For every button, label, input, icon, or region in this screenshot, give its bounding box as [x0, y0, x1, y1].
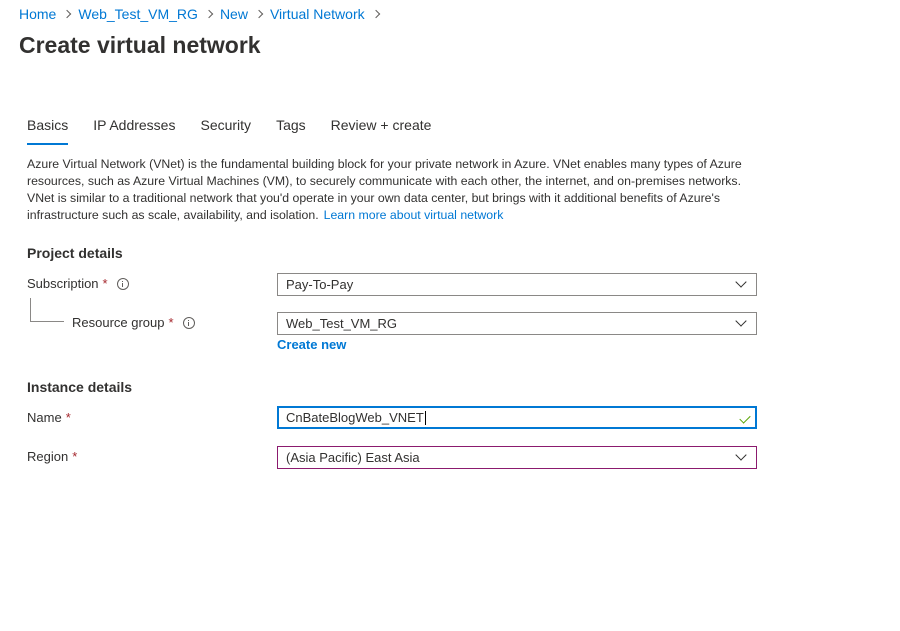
breadcrumb-resource-group[interactable]: Web_Test_VM_RG: [78, 6, 198, 22]
chevron-down-icon: [735, 449, 747, 461]
subscription-value: Pay-To-Pay: [286, 277, 354, 292]
instance-details-heading: Instance details: [27, 379, 133, 395]
name-label-text: Name: [27, 410, 62, 425]
info-icon[interactable]: [116, 277, 129, 290]
tab-tags[interactable]: Tags: [276, 117, 306, 145]
name-label: Name *: [27, 410, 71, 425]
chevron-down-icon: [735, 315, 747, 327]
required-marker: *: [65, 410, 71, 425]
resource-group-label: Resource group *: [72, 315, 195, 330]
region-label: Region *: [27, 449, 77, 464]
text-cursor: [424, 410, 426, 425]
region-dropdown[interactable]: (Asia Pacific) East Asia: [277, 446, 757, 469]
tab-security[interactable]: Security: [200, 117, 251, 145]
breadcrumb-virtual-network[interactable]: Virtual Network: [270, 6, 365, 22]
tree-connector: [30, 298, 64, 322]
project-details-heading: Project details: [27, 245, 123, 261]
name-input[interactable]: CnBateBlogWeb_VNET: [277, 406, 757, 429]
required-marker: *: [168, 315, 174, 330]
resource-group-dropdown[interactable]: Web_Test_VM_RG: [277, 312, 757, 335]
description: Azure Virtual Network (VNet) is the fund…: [27, 156, 767, 224]
required-marker: *: [102, 276, 108, 291]
chevron-right-icon: [56, 7, 78, 21]
name-value: CnBateBlogWeb_VNET: [286, 410, 424, 425]
info-icon[interactable]: [182, 316, 195, 329]
chevron-right-icon: [248, 7, 270, 21]
page-title: Create virtual network: [19, 32, 261, 58]
subscription-label: Subscription *: [27, 276, 129, 291]
resource-group-label-text: Resource group: [72, 315, 165, 330]
create-new-link[interactable]: Create new: [277, 337, 346, 352]
chevron-right-icon: [365, 7, 387, 21]
tab-bar: Basics IP Addresses Security Tags Review…: [27, 117, 456, 145]
subscription-dropdown[interactable]: Pay-To-Pay: [277, 273, 757, 296]
chevron-right-icon: [198, 7, 220, 21]
breadcrumb: Home Web_Test_VM_RG New Virtual Network: [19, 6, 387, 22]
region-label-text: Region: [27, 449, 69, 464]
breadcrumb-home[interactable]: Home: [19, 6, 56, 22]
subscription-label-text: Subscription: [27, 276, 99, 291]
required-marker: *: [72, 449, 78, 464]
chevron-down-icon: [735, 276, 747, 288]
learn-more-link[interactable]: Learn more about virtual network: [324, 208, 504, 222]
tab-ip-addresses[interactable]: IP Addresses: [93, 117, 175, 145]
checkmark-icon: [739, 412, 751, 424]
breadcrumb-new[interactable]: New: [220, 6, 248, 22]
resource-group-value: Web_Test_VM_RG: [286, 316, 398, 331]
region-value: (Asia Pacific) East Asia: [286, 450, 420, 465]
tab-basics[interactable]: Basics: [27, 117, 69, 145]
tab-review-create[interactable]: Review + create: [331, 117, 432, 145]
